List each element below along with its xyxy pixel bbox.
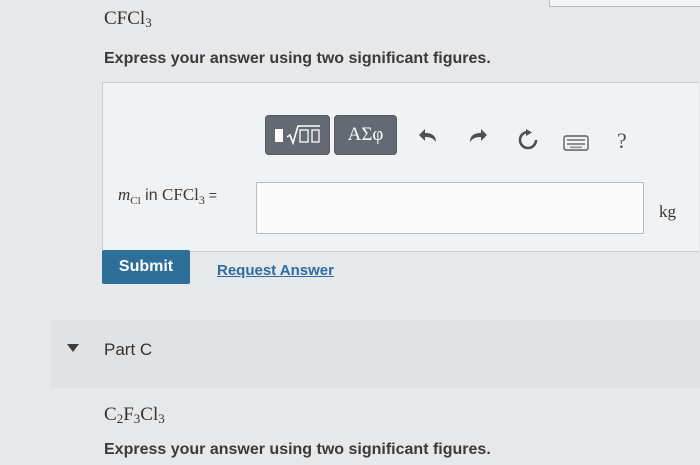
answer-variable: m bbox=[118, 185, 131, 204]
reset-icon[interactable] bbox=[517, 129, 539, 157]
symbols-button[interactable]: ΑΣφ bbox=[334, 115, 397, 155]
answer-label: mCl in CFCl3 = bbox=[118, 185, 217, 208]
answer-unit: kg bbox=[659, 202, 676, 221]
formula-cl-sub: 3 bbox=[158, 411, 165, 426]
part-b-instruction: Express your answer using two significan… bbox=[104, 50, 491, 67]
fraction-root-template-icon bbox=[274, 125, 320, 146]
undo-icon[interactable] bbox=[418, 126, 440, 152]
top-toolbar-edge bbox=[549, 0, 700, 7]
part-b-formula: CFCl3 bbox=[104, 8, 152, 31]
answer-in-text: in bbox=[140, 187, 163, 204]
part-c-formula: C2F3Cl3 bbox=[104, 404, 165, 427]
formula-subscript: 3 bbox=[145, 15, 152, 30]
keyboard-icon[interactable] bbox=[563, 134, 589, 157]
formula-c: C bbox=[104, 404, 117, 425]
request-answer-link[interactable]: Request Answer bbox=[217, 262, 334, 279]
help-button[interactable]: ? bbox=[617, 128, 627, 154]
formula-text: CFCl bbox=[104, 8, 146, 29]
template-button[interactable] bbox=[265, 115, 330, 155]
symbols-label: ΑΣφ bbox=[347, 124, 384, 145]
submit-button[interactable]: Submit bbox=[102, 250, 190, 284]
answer-compound: CFCl bbox=[162, 185, 199, 204]
answer-variable-sub: Cl bbox=[130, 195, 141, 208]
redo-icon[interactable] bbox=[466, 126, 488, 152]
part-c-title: Part C bbox=[104, 340, 153, 359]
caret-down-icon[interactable] bbox=[67, 344, 79, 352]
part-c-instruction: Express your answer using two significan… bbox=[104, 441, 491, 458]
answer-input[interactable] bbox=[256, 182, 644, 234]
formula-f: F bbox=[123, 404, 134, 425]
formula-cl: Cl bbox=[140, 404, 159, 425]
answer-equals: = bbox=[204, 187, 217, 203]
